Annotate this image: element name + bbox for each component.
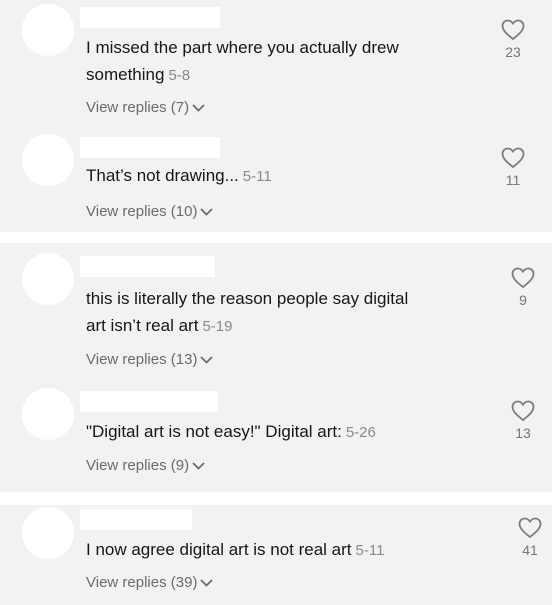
chevron-down-icon: [192, 461, 205, 470]
view-replies-button[interactable]: View replies (13): [86, 351, 214, 368]
view-replies-button[interactable]: View replies (7): [86, 99, 205, 116]
view-replies-button[interactable]: View replies (39): [86, 574, 214, 591]
comment-date: 5-19: [202, 318, 233, 335]
comment-panel-3: I now agree digital art is not real art 5…: [0, 505, 552, 605]
comment-text: I missed the part where you actually dre…: [86, 38, 399, 84]
like-count: 41: [522, 542, 538, 558]
like-count: 23: [505, 44, 521, 60]
comment-panel-1: I missed the part where you actually dre…: [0, 0, 552, 232]
comment-date: 5-11: [355, 542, 385, 559]
heart-outline-icon: [511, 400, 535, 422]
username-redacted[interactable]: [80, 391, 218, 412]
chevron-down-icon: [192, 103, 205, 112]
avatar[interactable]: [22, 388, 74, 440]
like-count: 13: [515, 425, 531, 441]
like-button[interactable]: 9: [503, 267, 543, 308]
chevron-down-icon: [200, 207, 214, 216]
username-redacted[interactable]: [80, 256, 215, 277]
like-button[interactable]: 11: [493, 147, 533, 188]
like-button[interactable]: 41: [510, 517, 550, 558]
comment-date: 5-11: [242, 168, 272, 185]
comment-date: 5-26: [345, 424, 376, 441]
heart-outline-icon: [511, 267, 535, 289]
chevron-down-icon: [200, 355, 214, 364]
like-count: 9: [519, 292, 527, 308]
view-replies-button[interactable]: View replies (9): [86, 457, 205, 474]
like-button[interactable]: 23: [493, 19, 533, 60]
username-redacted[interactable]: [80, 7, 220, 28]
username-redacted[interactable]: [80, 137, 220, 158]
avatar[interactable]: [22, 253, 74, 305]
like-button[interactable]: 13: [503, 400, 543, 441]
chevron-down-icon: [200, 578, 214, 587]
like-count: 11: [505, 172, 521, 188]
comment-text: this is literally the reason people say …: [86, 289, 409, 335]
comment-text: That’s not drawing... 5-11: [86, 166, 272, 185]
heart-outline-icon: [501, 147, 525, 169]
avatar[interactable]: [22, 134, 74, 186]
username-redacted[interactable]: [80, 509, 192, 530]
heart-outline-icon: [501, 19, 525, 41]
view-replies-button[interactable]: View replies (10): [86, 203, 214, 220]
comment-date: 5-8: [168, 67, 191, 84]
heart-outline-icon: [518, 517, 542, 539]
comment-text: I now agree digital art is not real art 5…: [86, 540, 385, 559]
comment-text: "Digital art is not easy!" Digital art: 5…: [86, 422, 376, 441]
avatar[interactable]: [22, 507, 74, 559]
comment-panel-2: this is literally the reason people say …: [0, 243, 552, 492]
avatar[interactable]: [22, 4, 74, 56]
